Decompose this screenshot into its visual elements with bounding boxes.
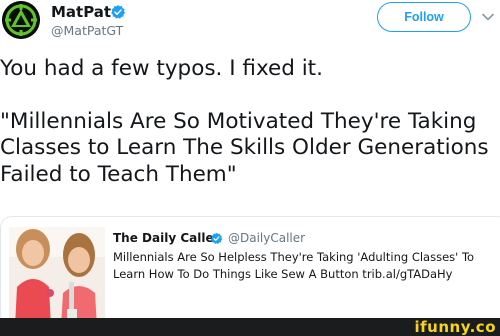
- quoted-tweet-card[interactable]: The Daily Caller @DailyCaller Millennial…: [0, 216, 500, 326]
- chevron-down-icon[interactable]: [481, 10, 495, 24]
- avatar[interactable]: [2, 1, 40, 39]
- two-women-photo: [9, 227, 105, 325]
- tweet-text-line: You had a few typos. I fixed it.: [0, 56, 323, 81]
- ifunny-watermark: ifunny.co: [414, 318, 496, 336]
- watermark-bar: ifunny.co: [0, 318, 500, 336]
- follow-button[interactable]: Follow: [377, 2, 471, 32]
- quoted-author-handle[interactable]: @DailyCaller: [228, 231, 305, 245]
- author-name[interactable]: MatPat: [51, 3, 111, 21]
- verified-badge-icon: [210, 232, 223, 244]
- author-handle[interactable]: @MatPatGT: [51, 23, 123, 38]
- quoted-author-name[interactable]: The Daily Caller: [113, 231, 220, 245]
- game-theory-logo-icon: [2, 1, 40, 39]
- tweet-quote-text: "Millennials Are So Motivated They're Ta…: [0, 108, 489, 187]
- quoted-tweet-text: Millennials Are So Helpless They're Taki…: [113, 250, 475, 281]
- verified-badge-icon: [111, 5, 126, 19]
- tweet-body: You had a few typos. I fixed it. "Millen…: [0, 56, 498, 188]
- quoted-tweet-image: [9, 227, 105, 325]
